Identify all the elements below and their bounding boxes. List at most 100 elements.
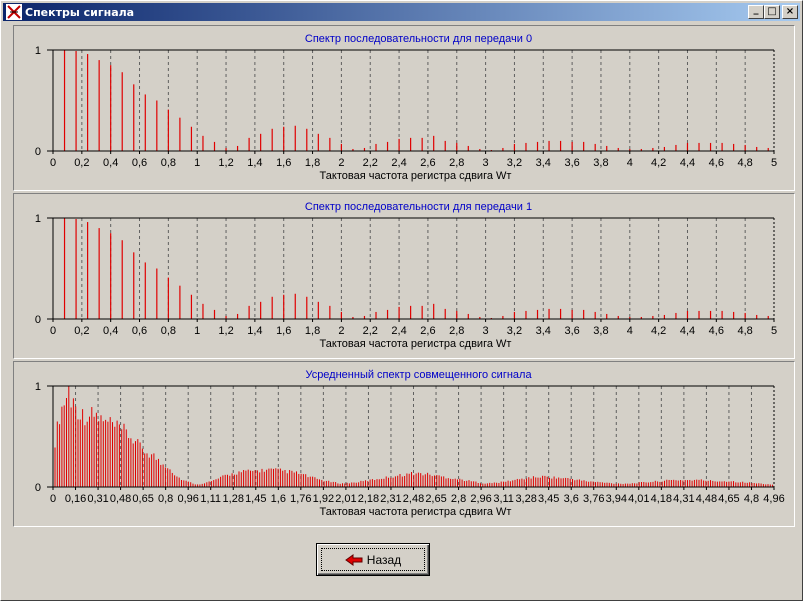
- close-button[interactable]: ×: [782, 5, 798, 19]
- title-bar[interactable]: Спектры сигнала _ □ ×: [3, 3, 800, 21]
- window-title: Спектры сигнала: [25, 6, 135, 19]
- x-axis-label: Тактовая частота регистра сдвига Wт: [320, 170, 512, 182]
- y-tick-label: 0: [35, 146, 41, 158]
- x-tick-label: 1,8: [305, 157, 320, 169]
- x-tick-label: 0: [50, 325, 56, 337]
- y-tick-label: 1: [35, 213, 41, 225]
- x-tick-label: 2,31: [380, 493, 401, 505]
- x-tick-label: 1: [194, 325, 200, 337]
- x-tick-label: 3: [483, 325, 489, 337]
- x-tick-label: 0: [50, 493, 56, 505]
- x-tick-label: 3: [483, 157, 489, 169]
- x-tick-label: 4: [627, 157, 633, 169]
- x-tick-label: 3,6: [564, 157, 579, 169]
- x-tick-label: 2,2: [363, 325, 378, 337]
- x-tick-label: 2,2: [363, 157, 378, 169]
- x-tick-label: 3,4: [536, 325, 551, 337]
- x-tick-label: 0: [50, 157, 56, 169]
- x-tick-label: 1,92: [313, 493, 334, 505]
- chart-panel-2: Усредненный спектр совмещенного сигнала 0…: [13, 361, 795, 527]
- chart-title: Спектр последовательности для передачи 1: [305, 201, 532, 213]
- chart-panel-1: Спектр последовательности для передачи 1…: [13, 193, 795, 359]
- chart-title: Усредненный спектр совмещенного сигнала: [305, 369, 532, 381]
- plot-area: [53, 218, 774, 319]
- x-tick-label: 4,48: [696, 493, 717, 505]
- y-tick-label: 1: [35, 381, 41, 393]
- x-tick-label: 2: [338, 325, 344, 337]
- x-tick-label: 2,96: [470, 493, 491, 505]
- x-tick-label: 5: [771, 157, 777, 169]
- x-tick-label: 2,6: [420, 325, 435, 337]
- x-tick-label: 3,6: [564, 325, 579, 337]
- x-tick-label: 1,6: [271, 493, 286, 505]
- x-tick-label: 4,31: [673, 493, 694, 505]
- x-axis-label: Тактовая частота регистра сдвига Wт: [320, 338, 512, 350]
- x-tick-label: 4,8: [744, 493, 759, 505]
- maximize-button[interactable]: □: [764, 5, 780, 19]
- x-tick-label: 3,8: [593, 157, 608, 169]
- x-tick-label: 3,11: [493, 493, 514, 505]
- x-tick-label: 4,6: [709, 325, 724, 337]
- close-icon: ×: [785, 6, 795, 17]
- x-tick-label: 0,16: [65, 493, 86, 505]
- x-tick-label: 1,45: [245, 493, 266, 505]
- x-tick-label: 1,6: [276, 325, 291, 337]
- x-tick-label: 4: [627, 325, 633, 337]
- maximize-icon: □: [767, 6, 777, 17]
- x-tick-label: 1,2: [218, 325, 233, 337]
- x-tick-label: 4,65: [718, 493, 739, 505]
- chart-0: Спектр последовательности для передачи 0…: [35, 33, 777, 182]
- x-tick-label: 4,4: [680, 157, 695, 169]
- x-tick-label: 4,8: [738, 157, 753, 169]
- x-tick-label: 3,2: [507, 325, 522, 337]
- x-tick-label: 1: [194, 157, 200, 169]
- x-tick-label: 5: [771, 325, 777, 337]
- x-tick-label: 3,8: [593, 325, 608, 337]
- x-tick-label: 4,2: [651, 157, 666, 169]
- x-tick-label: 2,8: [449, 325, 464, 337]
- x-tick-label: 0,2: [74, 157, 89, 169]
- x-tick-label: 2,4: [391, 325, 406, 337]
- x-tick-label: 2,4: [391, 157, 406, 169]
- focus-rect: [321, 548, 425, 571]
- x-tick-label: 2,18: [358, 493, 379, 505]
- x-tick-label: 0,2: [74, 325, 89, 337]
- x-tick-label: 3,6: [564, 493, 579, 505]
- x-tick-label: 1,2: [218, 157, 233, 169]
- x-tick-label: 4,18: [651, 493, 672, 505]
- x-tick-label: 2,8: [451, 493, 466, 505]
- x-tick-label: 0,6: [132, 157, 147, 169]
- x-tick-label: 1,28: [223, 493, 244, 505]
- x-tick-label: 0,65: [132, 493, 153, 505]
- x-tick-label: 0,96: [177, 493, 198, 505]
- x-tick-label: 0,48: [110, 493, 131, 505]
- app-icon: [6, 4, 22, 20]
- chart-2: Усредненный спектр совмещенного сигнала 0…: [35, 369, 785, 518]
- x-tick-label: 4,8: [738, 325, 753, 337]
- x-tick-label: 4,4: [680, 325, 695, 337]
- x-tick-label: 0,31: [87, 493, 108, 505]
- chart-1: Спектр последовательности для передачи 1…: [35, 201, 777, 350]
- x-tick-label: 3,2: [507, 157, 522, 169]
- x-tick-label: 2: [338, 157, 344, 169]
- x-tick-label: 1,4: [247, 325, 262, 337]
- x-tick-label: 1,4: [247, 157, 262, 169]
- x-tick-label: 2,6: [420, 157, 435, 169]
- chart-panel-0: Спектр последовательности для передачи 0…: [13, 25, 795, 191]
- x-tick-label: 4,01: [628, 493, 649, 505]
- x-tick-label: 1,8: [305, 325, 320, 337]
- x-tick-label: 0,8: [158, 493, 173, 505]
- x-tick-label: 3,76: [583, 493, 604, 505]
- back-button[interactable]: Назад: [316, 543, 430, 576]
- x-tick-label: 0,4: [103, 325, 118, 337]
- chart-title: Спектр последовательности для передачи 0: [305, 33, 532, 45]
- x-axis-label: Тактовая частота регистра сдвига Wт: [320, 506, 512, 518]
- x-tick-label: 4,6: [709, 157, 724, 169]
- x-tick-label: 4,2: [651, 325, 666, 337]
- x-tick-label: 2,65: [425, 493, 446, 505]
- y-tick-label: 0: [35, 314, 41, 326]
- y-tick-label: 1: [35, 45, 41, 57]
- x-tick-label: 3,94: [606, 493, 627, 505]
- minimize-button[interactable]: _: [748, 5, 764, 19]
- main-window: Спектры сигнала _ □ × Спектр последовате…: [0, 0, 803, 601]
